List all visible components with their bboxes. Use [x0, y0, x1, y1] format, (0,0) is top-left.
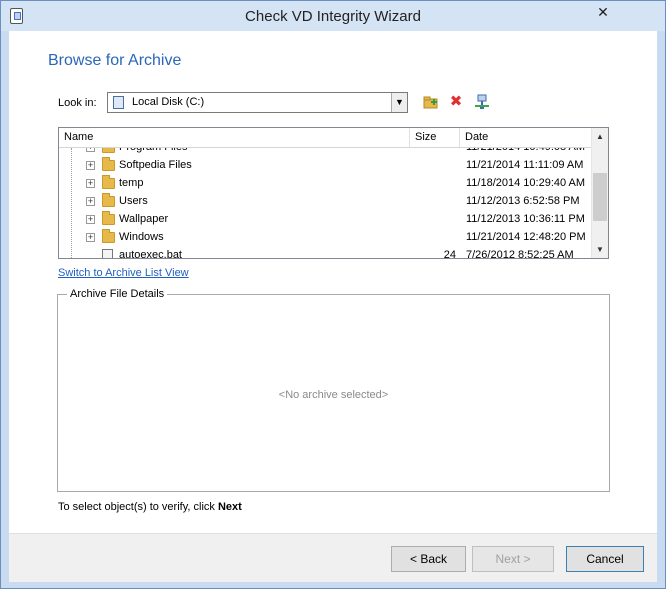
tree-row-name: Program Files: [119, 148, 187, 153]
tree-row-name: Users: [119, 195, 148, 207]
tree-row-date: 11/21/2014 10:49:08 AM: [466, 148, 585, 153]
folder-icon: [102, 229, 115, 243]
back-button[interactable]: < Back: [391, 546, 466, 572]
folder-icon: [102, 193, 115, 207]
delete-icon[interactable]: ✖: [448, 94, 464, 110]
cancel-button[interactable]: Cancel: [566, 546, 644, 572]
column-date[interactable]: Date: [460, 128, 592, 147]
tree-row-size: 24 Bytes: [443, 249, 456, 258]
next-button[interactable]: Next >: [472, 546, 554, 572]
look-in-value: Local Disk (C:): [132, 96, 205, 108]
tree-row-name: autoexec.bat: [119, 249, 182, 258]
button-bar: < Back Next > Cancel: [9, 533, 657, 582]
folder-icon: [102, 211, 115, 225]
tree-header: Name Size Date: [59, 128, 592, 148]
tree-row[interactable]: + Windows 11/21/2014 12:48:20 PM: [59, 229, 592, 247]
look-in-dropdown[interactable]: Local Disk (C:) ▼: [107, 92, 408, 113]
tree-row-date: 7/26/2012 8:52:25 AM: [466, 249, 574, 258]
wizard-page: Browse for Archive Look in: Local Disk (…: [9, 31, 657, 533]
empty-state-text: <No archive selected>: [278, 389, 389, 401]
tree-row-date: 11/12/2013 6:52:58 PM: [466, 195, 580, 207]
file-tree[interactable]: Name Size Date + Program Files 11/21/2014 …: [58, 127, 609, 259]
chevron-down-icon[interactable]: ▼: [391, 93, 407, 112]
column-name[interactable]: Name: [59, 128, 410, 147]
vertical-scrollbar[interactable]: ▲ ▼: [591, 128, 608, 258]
expand-icon[interactable]: +: [86, 197, 95, 206]
folder-icon: [102, 157, 115, 171]
drive-icon: [113, 96, 124, 109]
archive-file-details: Archive File Details <No archive selecte…: [57, 288, 610, 492]
scroll-thumb[interactable]: [593, 173, 607, 221]
folder-icon: [102, 175, 115, 189]
tree-row-name: Wallpaper: [119, 213, 169, 225]
details-label: Archive File Details: [67, 288, 168, 300]
new-folder-icon[interactable]: [423, 94, 439, 110]
expand-icon[interactable]: +: [86, 161, 95, 170]
switch-view-link[interactable]: Switch to Archive List View: [58, 267, 189, 279]
expand-icon[interactable]: +: [86, 233, 95, 242]
tree-row[interactable]: + Softpedia Files 11/21/2014 11:11:09 AM: [59, 157, 592, 175]
look-in-label: Look in:: [58, 97, 97, 109]
instruction-next: Next: [217, 501, 242, 513]
tree-row[interactable]: + Program Files 11/21/2014 10:49:08 AM: [59, 148, 592, 157]
scroll-down-icon[interactable]: ▼: [592, 241, 608, 258]
tree-row-name: Windows: [119, 231, 164, 243]
title-bar: Check VD Integrity Wizard ✕: [1, 1, 665, 31]
scroll-up-icon[interactable]: ▲: [592, 128, 608, 145]
instruction-text-main: To select object(s) to verify, click: [58, 501, 218, 513]
network-icon[interactable]: [474, 94, 490, 110]
tree-row[interactable]: + Users 11/12/2013 6:52:58 PM: [59, 193, 592, 211]
tree-row-date: 11/21/2014 12:48:20 PM: [466, 231, 586, 243]
file-icon: [102, 249, 113, 258]
tree-body: + Program Files 11/21/2014 10:49:08 AM + Sof…: [59, 148, 592, 258]
tree-row-name: temp: [119, 177, 144, 189]
wizard-window: Check VD Integrity Wizard ✕ Browse for A…: [0, 0, 666, 589]
instruction-text: To select object(s) to verify, click Nex…: [58, 501, 242, 513]
expand-icon[interactable]: +: [86, 179, 95, 188]
tree-row-date: 11/12/2013 10:36:11 PM: [466, 213, 585, 225]
expand-icon[interactable]: +: [86, 148, 95, 152]
tree-row[interactable]: + temp 11/18/2014 10:29:40 AM: [59, 175, 592, 193]
expand-icon[interactable]: +: [86, 215, 95, 224]
tree-row[interactable]: autoexec.bat 24 Bytes 7/26/2012 8:52:25 AM: [59, 247, 592, 258]
window-title: Check VD Integrity Wizard: [245, 8, 421, 25]
close-button[interactable]: ✕: [596, 5, 610, 19]
tree-row-name: Softpedia Files: [119, 159, 192, 171]
tree-row-date: 11/21/2014 11:11:09 AM: [466, 159, 584, 171]
tree-row[interactable]: + Wallpaper 11/12/2013 10:36:11 PM: [59, 211, 592, 229]
page-title: Browse for Archive: [48, 52, 182, 69]
tree-row-date: 11/18/2014 10:29:40 AM: [466, 177, 586, 189]
column-size[interactable]: Size: [410, 128, 460, 147]
folder-icon: [102, 148, 115, 153]
